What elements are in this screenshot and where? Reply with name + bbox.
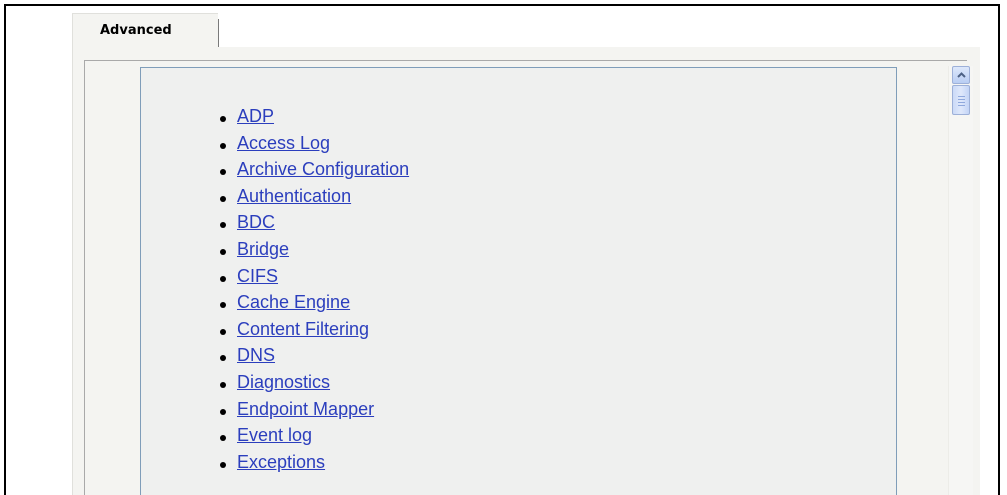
bullet-icon	[220, 381, 226, 388]
link-authentication[interactable]: Authentication	[237, 186, 351, 206]
link-cache-engine[interactable]: Cache Engine	[237, 292, 350, 312]
tab-advanced-label: Advanced	[100, 23, 172, 38]
list-item: Endpoint Mapper	[220, 399, 409, 426]
bullet-icon	[220, 116, 226, 122]
advanced-link-list: ADP Access Log Archive Configuration Aut…	[220, 106, 409, 478]
bullet-icon	[220, 355, 226, 362]
bullet-icon	[220, 435, 226, 442]
list-item: Cache Engine	[220, 292, 409, 319]
tab-advanced[interactable]: Advanced	[72, 13, 218, 48]
link-archive-configuration[interactable]: Archive Configuration	[237, 159, 409, 179]
chevron-up-icon	[957, 72, 966, 78]
bullet-icon	[220, 408, 226, 415]
link-adp[interactable]: ADP	[237, 106, 274, 126]
link-exceptions[interactable]: Exceptions	[237, 452, 325, 472]
tab-panel: ADP Access Log Archive Configuration Aut…	[72, 47, 980, 495]
list-item: ADP	[220, 106, 409, 133]
list-item: Archive Configuration	[220, 159, 409, 186]
grip-icon	[958, 102, 965, 103]
bullet-icon	[220, 222, 226, 229]
link-diagnostics[interactable]: Diagnostics	[237, 372, 330, 392]
bullet-icon	[220, 328, 226, 335]
bullet-icon	[220, 142, 226, 149]
link-bridge[interactable]: Bridge	[237, 239, 289, 259]
list-item: Bridge	[220, 239, 409, 266]
grip-icon	[958, 99, 965, 100]
grip-icon	[958, 96, 965, 97]
bullet-icon	[220, 461, 226, 468]
list-item: Diagnostics	[220, 372, 409, 399]
list-item: Content Filtering	[220, 319, 409, 346]
list-item: DNS	[220, 345, 409, 372]
link-cifs[interactable]: CIFS	[237, 266, 278, 286]
list-item: Access Log	[220, 133, 409, 160]
link-dns[interactable]: DNS	[237, 345, 275, 365]
bullet-icon	[220, 195, 226, 202]
list-item: Event log	[220, 425, 409, 452]
list-item: CIFS	[220, 266, 409, 293]
content-area: ADP Access Log Archive Configuration Aut…	[140, 67, 897, 495]
scroll-thumb[interactable]	[952, 85, 970, 115]
list-item: Exceptions	[220, 452, 409, 479]
bullet-icon	[220, 248, 226, 255]
link-access-log[interactable]: Access Log	[237, 133, 330, 153]
bullet-icon	[220, 275, 226, 282]
link-bdc[interactable]: BDC	[237, 212, 275, 232]
tab-separator	[218, 19, 220, 47]
list-item: BDC	[220, 212, 409, 239]
link-endpoint-mapper[interactable]: Endpoint Mapper	[237, 399, 374, 419]
grip-icon	[958, 105, 965, 106]
scroll-up-button[interactable]	[952, 66, 970, 84]
vertical-scrollbar[interactable]	[948, 66, 973, 495]
link-content-filtering[interactable]: Content Filtering	[237, 319, 369, 339]
bullet-icon	[220, 169, 226, 176]
bullet-icon	[220, 302, 226, 309]
list-item: Authentication	[220, 186, 409, 213]
link-event-log[interactable]: Event log	[237, 425, 312, 445]
